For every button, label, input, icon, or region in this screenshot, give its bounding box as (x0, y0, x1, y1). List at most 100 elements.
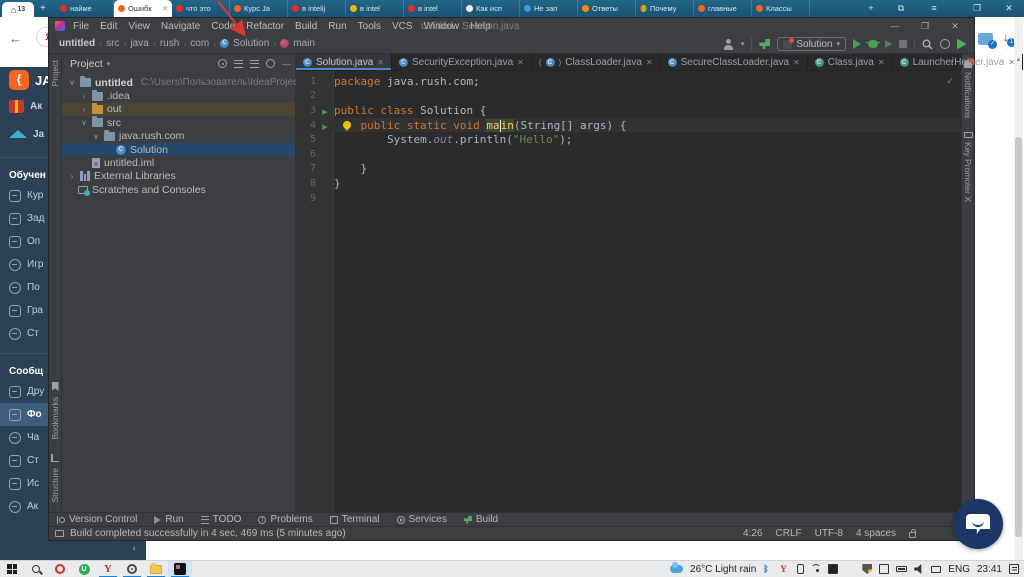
taskbar-search-button[interactable] (24, 561, 48, 577)
tree-row-external-libraries[interactable]: › External Libraries (62, 170, 295, 183)
bluetooth-icon[interactable]: ᛒ (763, 564, 773, 574)
menu-vcs[interactable]: VCS (392, 21, 413, 32)
code-editor[interactable]: ✓ 1 package java.rush.com; 2 3 ▶ public (296, 71, 961, 512)
touch-keyboard-icon[interactable] (931, 566, 941, 573)
close-icon[interactable]: ✕ (940, 18, 970, 34)
site-item-chats[interactable]: Ча (0, 426, 48, 449)
scrollbar-thumb[interactable] (1015, 137, 1022, 537)
file-encoding[interactable]: UTF-8 (815, 528, 843, 539)
editor-tab-securityexception[interactable]: C SecurityException.java ✕ (392, 54, 532, 70)
breadcrumb-com[interactable]: com (190, 38, 209, 49)
tool-button-services[interactable]: Services (397, 514, 447, 525)
tool-button-key-promoter[interactable]: Key Promoter X (963, 142, 973, 202)
menu-refactor[interactable]: Refactor (246, 21, 284, 32)
run-config-select[interactable]: Solution ▾ (777, 37, 846, 51)
tree-row-idea[interactable]: › .idea (62, 89, 295, 102)
clock[interactable]: 23:41 (977, 564, 1002, 575)
sidebar-collapse-icon[interactable]: ‹ (133, 543, 136, 554)
tool-button-terminal[interactable]: Terminal (330, 514, 380, 525)
expand-all-icon[interactable] (234, 60, 243, 68)
action-center-icon[interactable] (1009, 564, 1019, 574)
site-promo-item[interactable]: Ак (0, 93, 48, 119)
collapse-all-icon[interactable] (250, 60, 259, 68)
site-item-games[interactable]: Игр (0, 253, 48, 276)
microphone-icon[interactable] (845, 564, 855, 574)
tool-button-run[interactable]: Run (154, 514, 183, 525)
browser-tab-overview-icon[interactable]: ⧉ (892, 2, 910, 15)
language-indicator[interactable]: ENG (948, 564, 970, 575)
browser-tab[interactable]: в intel (404, 0, 462, 17)
site-item-stories[interactable]: Ис (0, 472, 48, 495)
back-icon[interactable]: ← (9, 31, 22, 46)
breadcrumb-main[interactable]: main (293, 38, 315, 49)
weather-text[interactable]: 26°C Light rain (690, 564, 756, 575)
site-item-friends[interactable]: Дру (0, 380, 48, 403)
editor-tab-secureclassloader[interactable]: C SecureClassLoader.java ✕ (661, 54, 808, 70)
site-item-tasks[interactable]: Зад (0, 207, 48, 230)
tree-row-project-root[interactable]: ∨ untitled C:\Users\Пользователь\IdeaPro… (62, 76, 295, 89)
site-item-internship[interactable]: Ст (0, 322, 48, 345)
phone-link-icon[interactable] (797, 564, 804, 574)
taskbar-settings[interactable] (120, 561, 144, 577)
close-tab-icon[interactable]: ✕ (1008, 58, 1015, 67)
site-item-help[interactable]: По (0, 276, 48, 299)
tool-button-structure[interactable]: Structure (50, 468, 60, 503)
browser-tab[interactable]: в intel (346, 0, 404, 17)
tree-row-package[interactable]: ∨ java.rush.com (62, 130, 295, 143)
browser-menu-icon[interactable]: ≡ (925, 2, 943, 15)
browser-tab[interactable]: что это (172, 0, 230, 17)
tree-row-out[interactable]: › out (62, 103, 295, 116)
browser-tab[interactable]: Не зап (520, 0, 578, 17)
editor-tab-classloader[interactable]: (C) ClassLoader.java ✕ (532, 54, 661, 70)
menu-tools[interactable]: Tools (358, 21, 381, 32)
menu-run[interactable]: Run (328, 21, 346, 32)
taskbar-green-app[interactable]: U (72, 561, 96, 577)
tool-window-switcher-icon[interactable] (55, 530, 64, 537)
editor-tab-launcherhelper[interactable]: C LauncherHelper.java ✕ (893, 54, 1023, 70)
indent-style[interactable]: 4 spaces (856, 528, 896, 539)
yandex-address-icon[interactable]: Я (36, 27, 48, 47)
settings-gear-icon[interactable] (940, 39, 950, 49)
site-item-articles[interactable]: Ст (0, 449, 48, 472)
app-tray-icon[interactable] (828, 564, 838, 574)
user-icon[interactable] (723, 39, 734, 50)
tab-options-icon[interactable]: ⋮ (948, 56, 957, 67)
browser-tab[interactable]: найме (56, 0, 114, 17)
browser-tab[interactable]: главные (694, 0, 752, 17)
panel-settings-icon[interactable] (266, 59, 275, 68)
tree-row-scratches[interactable]: Scratches and Consoles (62, 183, 295, 196)
menu-navigate[interactable]: Navigate (161, 21, 200, 32)
browser-restore-icon[interactable]: ❐ (968, 2, 986, 15)
tool-button-project[interactable]: Project (50, 60, 60, 86)
tree-row-iml[interactable]: untitled.iml (62, 156, 295, 169)
browser-tab[interactable]: в intelij (288, 0, 346, 17)
lock-icon[interactable] (909, 532, 916, 538)
maximize-icon[interactable]: ❐ (910, 18, 940, 34)
build-hammer-icon[interactable] (759, 39, 770, 49)
run-method-gutter-icon[interactable]: ▶ (322, 123, 327, 131)
tool-button-bookmarks[interactable]: Bookmarks (50, 397, 60, 440)
close-tab-icon[interactable]: ✕ (517, 58, 524, 67)
stop-button[interactable] (899, 40, 907, 48)
browser-tab[interactable]: Почему (636, 0, 694, 17)
browser-tab[interactable]: Ответы (578, 0, 636, 17)
start-button[interactable] (0, 561, 24, 577)
coverage-button[interactable] (885, 40, 892, 48)
browser-close-icon[interactable]: ✕ (1000, 2, 1018, 15)
tool-button-problems[interactable]: !Problems (258, 514, 312, 525)
breadcrumb-solution[interactable]: Solution (233, 38, 269, 49)
close-tab-icon[interactable]: ✕ (878, 58, 885, 67)
browser-tab[interactable]: Как исп (462, 0, 520, 17)
taskbar-yandex-browser[interactable]: Y (96, 561, 120, 577)
site-item-forum-active[interactable]: Фо (0, 403, 48, 426)
line-ending[interactable]: CRLF (776, 528, 802, 539)
tool-button-notifications[interactable]: Notifications (963, 72, 973, 118)
site-logo[interactable]: { JA (0, 67, 48, 93)
tool-button-todo[interactable]: TODO (201, 514, 242, 525)
menu-view[interactable]: View (128, 21, 150, 32)
site-item-grants[interactable]: Гра (0, 299, 48, 322)
browser-tab[interactable]: Курс Ja (230, 0, 288, 17)
close-tab-icon[interactable]: ✕ (377, 58, 384, 67)
tree-row-solution-selected[interactable]: C Solution (62, 143, 295, 156)
weather-icon[interactable] (670, 565, 683, 573)
